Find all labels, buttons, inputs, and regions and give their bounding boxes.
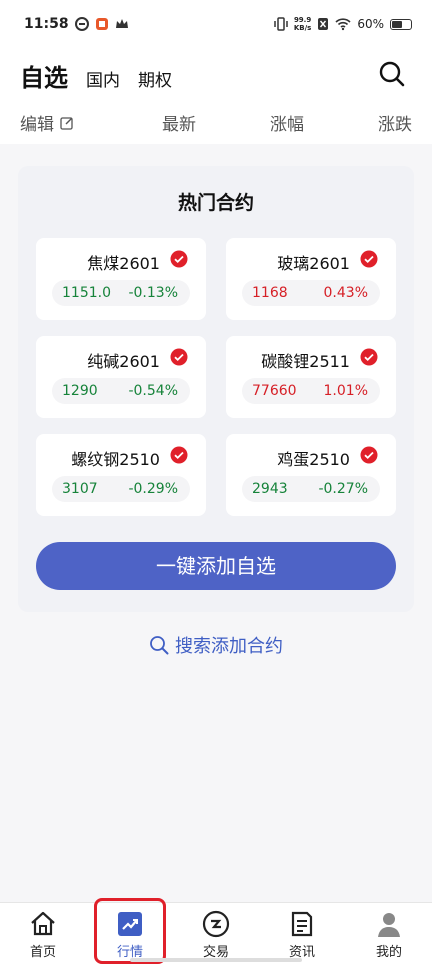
edit-icon: [60, 116, 73, 130]
checked-icon[interactable]: [360, 446, 378, 464]
search-icon: [150, 636, 169, 655]
battery-icon: [390, 18, 412, 30]
contract-price: 77660: [252, 383, 297, 399]
tab-options[interactable]: 期权: [138, 66, 172, 91]
nav-label: 首页: [29, 945, 56, 960]
search-add-contract-link[interactable]: 搜索添加合约: [0, 632, 432, 658]
search-icon[interactable]: [378, 60, 406, 88]
checked-icon[interactable]: [360, 348, 378, 366]
contract-change: -0.29%: [128, 481, 178, 497]
app-notification-icon: [95, 18, 108, 30]
quote-pill: 2943 -0.27%: [242, 476, 380, 502]
header: 自选 国内 期权 编辑 最新 涨幅 涨跌: [0, 48, 432, 144]
add-all-to-watchlist-button[interactable]: 一键添加自选: [36, 542, 396, 590]
contract-name: 螺纹钢2510: [71, 450, 160, 469]
quote-pill: 1151.0 -0.13%: [52, 280, 190, 306]
contract-change: -0.13%: [128, 285, 178, 301]
column-header-row: 编辑 最新 涨幅 涨跌: [0, 110, 432, 135]
status-time: 11:58: [24, 16, 69, 32]
contract-price: 1168: [252, 285, 288, 301]
hot-contracts-title: 热门合约: [177, 192, 254, 214]
status-bar: 11:58 99.9 KB/s 60%: [0, 0, 432, 48]
contract-name: 纯碱2601: [87, 352, 160, 371]
contract-card[interactable]: 碳酸锂2511 77660 1.01%: [226, 336, 396, 418]
checked-icon[interactable]: [360, 250, 378, 268]
selection-highlight: [94, 898, 166, 964]
contract-price: 1151.0: [62, 285, 111, 301]
contract-name: 玻璃2601: [277, 254, 350, 273]
contract-card[interactable]: 纯碱2601 1290 -0.54%: [36, 336, 206, 418]
search-add-label: 搜索添加合约: [175, 636, 283, 657]
nav-item-profile[interactable]: 我的: [359, 909, 419, 960]
contract-change: -0.54%: [128, 383, 178, 399]
contract-name: 碳酸锂2511: [261, 352, 350, 371]
contract-card[interactable]: 螺纹钢2510 3107 -0.29%: [36, 434, 206, 516]
contract-name: 焦煤2601: [87, 254, 160, 273]
edit-button[interactable]: 编辑: [20, 110, 74, 135]
battery-percent: 60%: [357, 17, 384, 31]
nav-item-trade[interactable]: 交易: [186, 909, 246, 960]
nav-label: 我的: [375, 945, 402, 960]
exchange-icon: [202, 910, 230, 938]
column-change[interactable]: 涨跌: [378, 110, 412, 135]
checked-icon[interactable]: [170, 348, 188, 366]
column-latest[interactable]: 最新: [162, 110, 196, 135]
crown-icon: [115, 19, 128, 28]
checked-icon[interactable]: [170, 446, 188, 464]
vibrate-icon: [274, 17, 288, 31]
nav-item-home[interactable]: 首页: [13, 909, 73, 960]
gesture-bar: [130, 958, 302, 962]
column-change-pct[interactable]: 涨幅: [270, 110, 304, 135]
bottom-nav: 首页 行情 交易 资讯 我的: [0, 902, 432, 964]
wifi-icon: [335, 18, 351, 31]
profile-icon: [378, 913, 400, 937]
contract-change: 1.01%: [323, 383, 368, 399]
quote-pill: 1168 0.43%: [242, 280, 380, 306]
news-icon: [291, 911, 313, 937]
contract-card[interactable]: 玻璃2601 1168 0.43%: [226, 238, 396, 320]
contract-price: 1290: [62, 383, 98, 399]
home-icon: [31, 911, 55, 936]
contract-price: 2943: [252, 481, 288, 497]
page-title: 自选: [20, 64, 68, 92]
sim-icon: [318, 18, 329, 30]
quote-pill: 3107 -0.29%: [52, 476, 190, 502]
checked-icon[interactable]: [170, 250, 188, 268]
contract-card[interactable]: 焦煤2601 1151.0 -0.13%: [36, 238, 206, 320]
network-speed: 99.9 KB/s: [293, 16, 312, 32]
hot-contracts-card: 热门合约 焦煤2601 1151.0 -0.13% 玻璃2601 1168 0.…: [18, 166, 414, 612]
contract-price: 3107: [62, 481, 98, 497]
quote-pill: 1290 -0.54%: [52, 378, 190, 404]
edit-label: 编辑: [20, 115, 54, 135]
contract-change: -0.27%: [318, 481, 368, 497]
quote-pill: 77660 1.01%: [242, 378, 380, 404]
tab-domestic[interactable]: 国内: [86, 66, 120, 91]
nav-item-news[interactable]: 资讯: [272, 909, 332, 960]
contract-card[interactable]: 鸡蛋2510 2943 -0.27%: [226, 434, 396, 516]
contract-name: 鸡蛋2510: [277, 450, 350, 469]
app-notification-icon: [74, 17, 89, 31]
contract-change: 0.43%: [323, 285, 368, 301]
